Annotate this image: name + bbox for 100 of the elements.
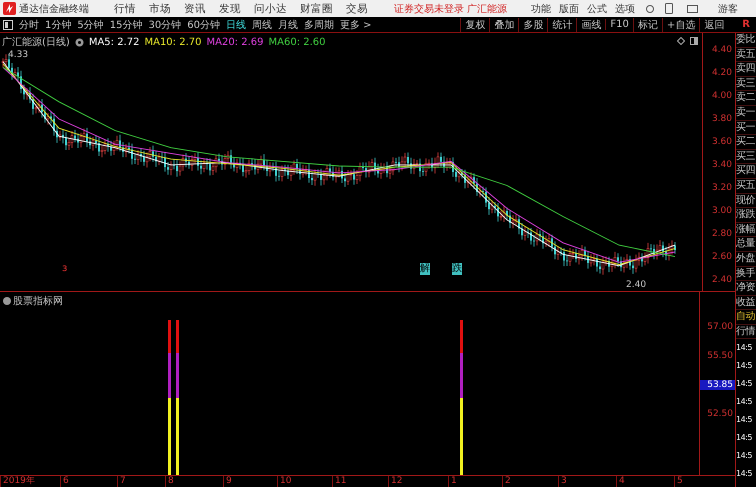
date-label: 1	[448, 476, 502, 487]
price-tick: 3.80	[712, 114, 732, 124]
mode-label: 自动	[736, 310, 756, 325]
quote-label: 外盘	[736, 252, 756, 266]
trade-time: 14:5	[736, 396, 753, 408]
date-label: 8	[165, 476, 223, 487]
toolbar-button[interactable]: 叠加	[489, 18, 518, 32]
quote-label: 买三	[736, 150, 756, 164]
date-label: 2	[502, 476, 558, 487]
period-tab[interactable]: 周线	[252, 18, 272, 32]
logo-icon	[3, 2, 16, 15]
date-label: 5	[674, 476, 703, 487]
trade-time: 14:5	[736, 414, 753, 426]
toolbar-button[interactable]: 返回	[699, 18, 728, 32]
ma-value: MA20: 2.69	[206, 36, 264, 48]
price-tick: 4.20	[712, 68, 732, 78]
menu-item[interactable]: 功能	[531, 2, 551, 16]
toolbar-button[interactable]: 画线	[576, 18, 606, 32]
date-label: 3	[558, 476, 616, 487]
quote-label: 委比	[736, 33, 756, 48]
quote-label: 涨跌	[736, 208, 756, 223]
quote-label: 买二	[736, 135, 756, 150]
date-label: 11	[332, 476, 388, 487]
quote-label: 买四	[736, 164, 756, 179]
toolbar-button[interactable]: F10	[605, 19, 633, 30]
chart-title: 广汇能源(日线)	[2, 36, 70, 49]
trade-time: 14:5	[736, 450, 753, 462]
menu-item[interactable]: 行情	[114, 2, 136, 16]
toolbar-button[interactable]: 复权	[460, 18, 490, 32]
price-tick: 3.60	[712, 136, 732, 147]
app-title: 通达信金融终端	[19, 2, 90, 16]
period-tab[interactable]: 月线	[278, 18, 298, 32]
date-label: 6	[60, 476, 117, 487]
price-tick: 3.20	[712, 182, 732, 193]
toolbar-button[interactable]: 统计	[547, 18, 576, 32]
quote-label: 现价	[736, 194, 756, 208]
date-label: 10	[277, 476, 332, 487]
price-tick: 2.60	[712, 252, 732, 262]
period-tab[interactable]: 1分钟	[45, 18, 72, 32]
date-label: 4	[616, 476, 674, 487]
diamond-icon[interactable]	[677, 37, 685, 45]
menu-item[interactable]: 财富圈	[300, 2, 333, 16]
period-tab[interactable]: 30分钟	[148, 18, 182, 32]
indicator-title: 股票指标网	[13, 294, 63, 308]
period-tab[interactable]: 分时	[19, 18, 39, 32]
indicator-tick: 57.00	[706, 322, 734, 332]
quote-label: 卖四	[736, 62, 756, 77]
menu-item[interactable]: 发现	[219, 2, 241, 16]
menu-item[interactable]: 市场	[149, 2, 171, 16]
quote-label: 卖三	[736, 76, 756, 92]
high-price-label: 4.33	[8, 50, 28, 60]
indicator-tick: 53.85	[700, 380, 735, 390]
menu-item[interactable]: 资讯	[184, 2, 206, 16]
quote-label: 换手	[736, 266, 756, 282]
indicator-tick: 55.50	[706, 351, 734, 361]
period-tab[interactable]: 日线	[226, 18, 246, 32]
phone-icon[interactable]	[665, 3, 673, 14]
period-tab[interactable]: 更多 >	[340, 18, 372, 32]
section-label: 行情	[736, 324, 756, 340]
login-status: 证券交易未登录 广汇能源	[394, 2, 507, 16]
price-tick: 4.00	[712, 91, 732, 102]
date-label: 7	[117, 476, 165, 487]
mail-icon[interactable]	[687, 4, 698, 12]
quote-label: 卖五	[736, 48, 756, 62]
menu-item[interactable]: 公式	[587, 2, 607, 16]
toolbar-button[interactable]: 标记	[632, 18, 662, 32]
menu-item[interactable]: 交易	[346, 2, 368, 16]
toolbar-button[interactable]: +自选	[662, 18, 700, 32]
trade-time: 14:5	[736, 432, 753, 444]
toolbar-button[interactable]: 多股	[518, 18, 548, 32]
ma-value: MA60: 2.60	[268, 36, 326, 48]
ma-value: MA5: 2.72	[88, 36, 140, 48]
menu-item[interactable]: 版面	[559, 2, 579, 16]
trade-time: 14:5	[736, 468, 753, 480]
period-tab[interactable]: 60分钟	[187, 18, 220, 32]
price-tick: 4.40	[712, 45, 732, 56]
price-tick: 3.00	[712, 206, 732, 216]
panel-toggle-icon[interactable]	[3, 20, 13, 30]
signal-marker: з	[62, 263, 68, 275]
quote-label: 卖二	[736, 91, 756, 106]
quote-label: 涨幅	[736, 222, 756, 238]
price-tick: 2.80	[712, 228, 732, 239]
quote-label: 总量	[736, 237, 756, 252]
panel-toggle-icon[interactable]	[690, 37, 698, 45]
menu-item[interactable]: 问小达	[254, 2, 287, 16]
menu-item[interactable]: 选项	[615, 2, 635, 16]
date-label: 2019年	[0, 476, 60, 487]
period-tab[interactable]: 5分钟	[77, 18, 104, 32]
quote-label: 买五	[736, 178, 756, 194]
trade-time: 14:5	[736, 342, 753, 354]
price-tick: 3.40	[712, 160, 732, 170]
quote-label: 卖一	[736, 106, 756, 121]
user-name[interactable]: 游客	[718, 2, 738, 16]
date-label: 9	[223, 476, 277, 487]
indicator-tick: 52.50	[706, 409, 734, 419]
quote-label: 买一	[736, 120, 756, 136]
period-tab[interactable]: 多周期	[304, 18, 334, 32]
price-tick: 2.40	[712, 274, 732, 285]
ma-value: MA10: 2.70	[144, 36, 202, 48]
period-tab[interactable]: 15分钟	[110, 18, 142, 32]
